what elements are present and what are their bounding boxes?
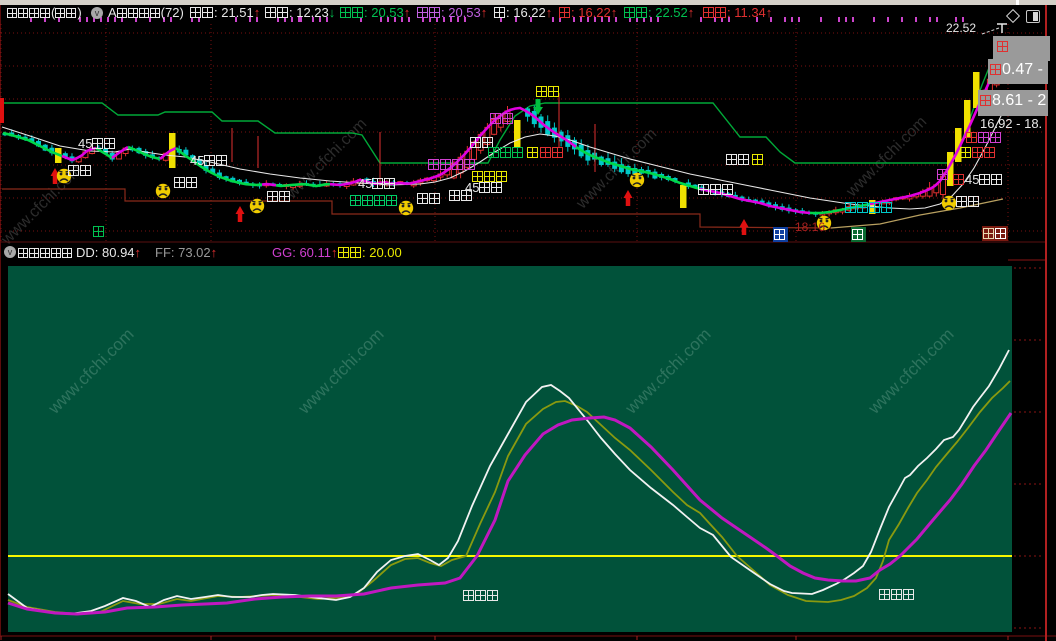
svg-text:www.cfchi.com: www.cfchi.com (843, 113, 931, 201)
svg-text:www.cfchi.com: www.cfchi.com (573, 125, 661, 213)
